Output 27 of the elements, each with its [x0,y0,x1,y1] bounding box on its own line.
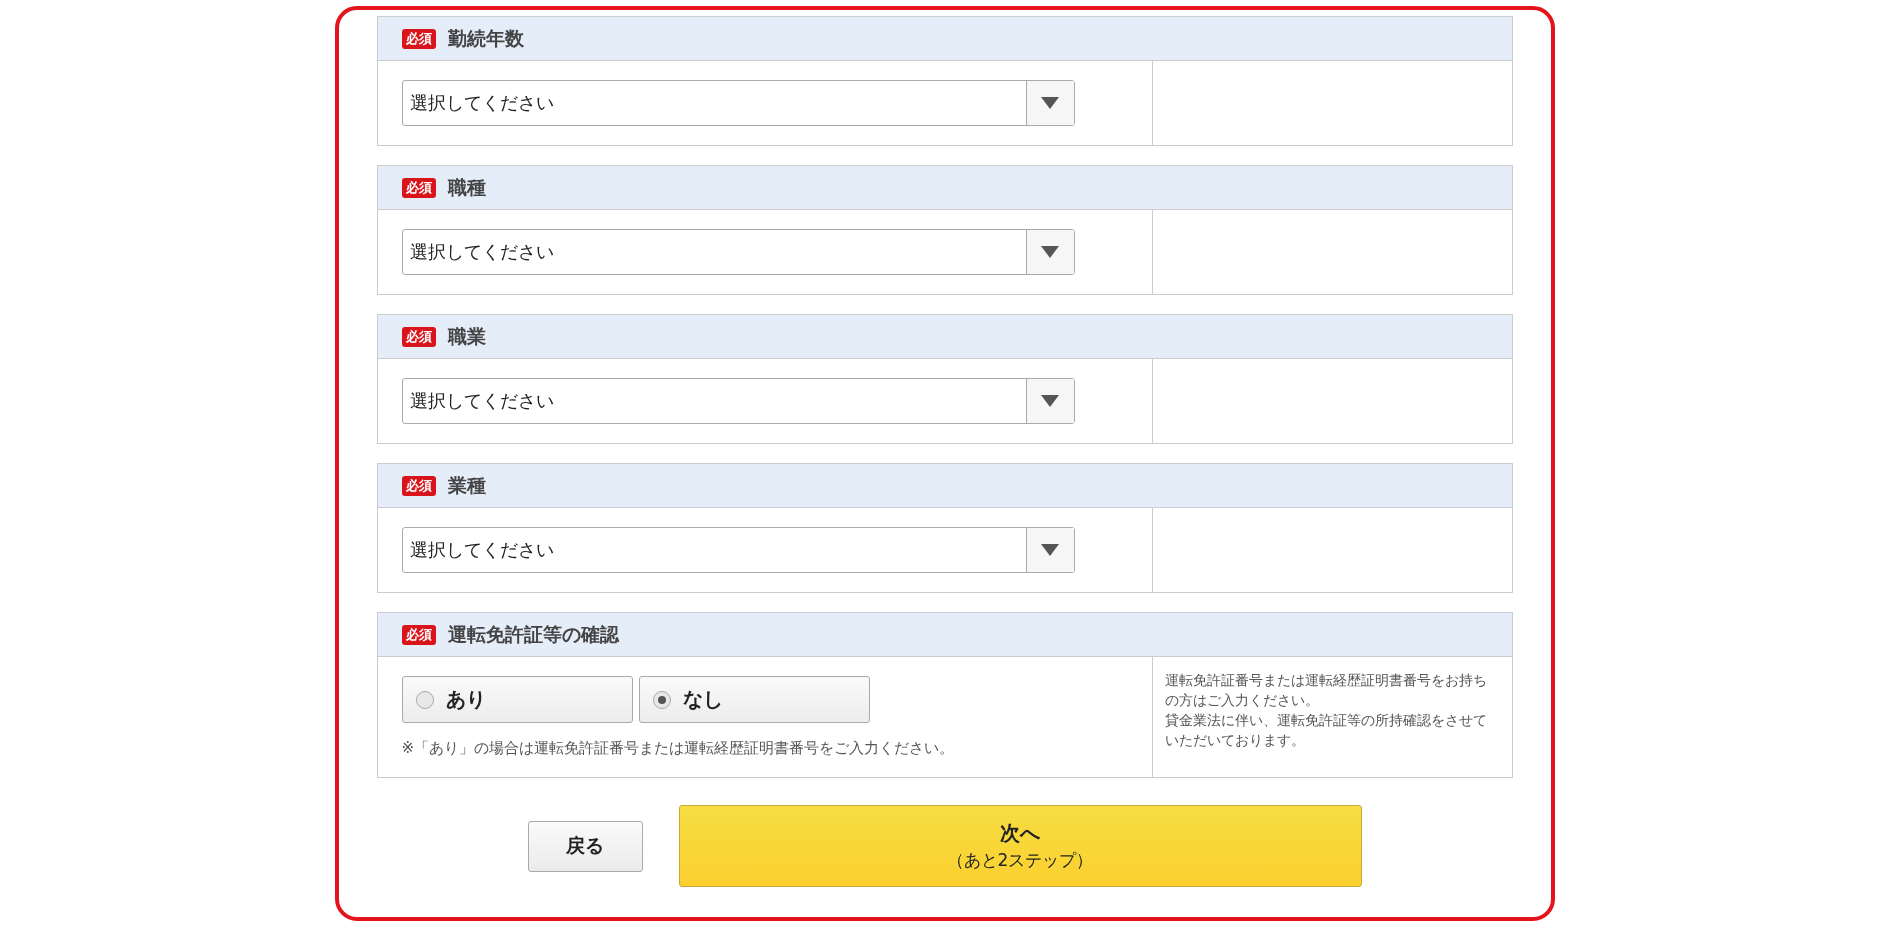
radio-option[interactable]: あり [401,676,633,723]
back-button[interactable]: 戻る [527,820,643,872]
note-text: ※「あり」の場合は運転免許証番号または運転経歴証明書番号をご入力ください。 [401,739,956,758]
caret-icon [1041,97,1059,109]
section-title: 勤続年数 [447,25,524,51]
select-field[interactable]: 選択してください [401,378,1075,424]
required-badge: 必須 [401,475,436,496]
select-field[interactable]: 選択してください [401,229,1075,275]
required-badge: 必須 [401,28,436,49]
side-note: 運転免許証番号または運転経歴証明書番号をお持ちの方はご入力ください。 [1164,671,1488,710]
section-title: 職種 [447,174,486,200]
section-title: 業種 [447,472,486,498]
radio-label: あり [445,686,486,713]
radio-label: なし [682,686,723,713]
select-field[interactable]: 選択してください [401,80,1075,126]
section-title: 職業 [447,323,486,349]
caret-icon [1041,246,1059,258]
next-button[interactable]: 次へ （あと2ステップ） [678,805,1362,887]
radio-option[interactable]: なし [638,676,870,723]
caret-icon [1041,395,1059,407]
required-badge: 必須 [401,177,436,198]
required-badge: 必須 [401,326,436,347]
caret-icon [1041,544,1059,556]
side-note: 貸金業法に伴い、運転免許証等の所持確認をさせていただいております。 [1164,711,1488,750]
select-field[interactable]: 選択してください [401,527,1075,573]
required-badge: 必須 [401,624,436,645]
section-title: 運転免許証等の確認 [447,621,619,647]
